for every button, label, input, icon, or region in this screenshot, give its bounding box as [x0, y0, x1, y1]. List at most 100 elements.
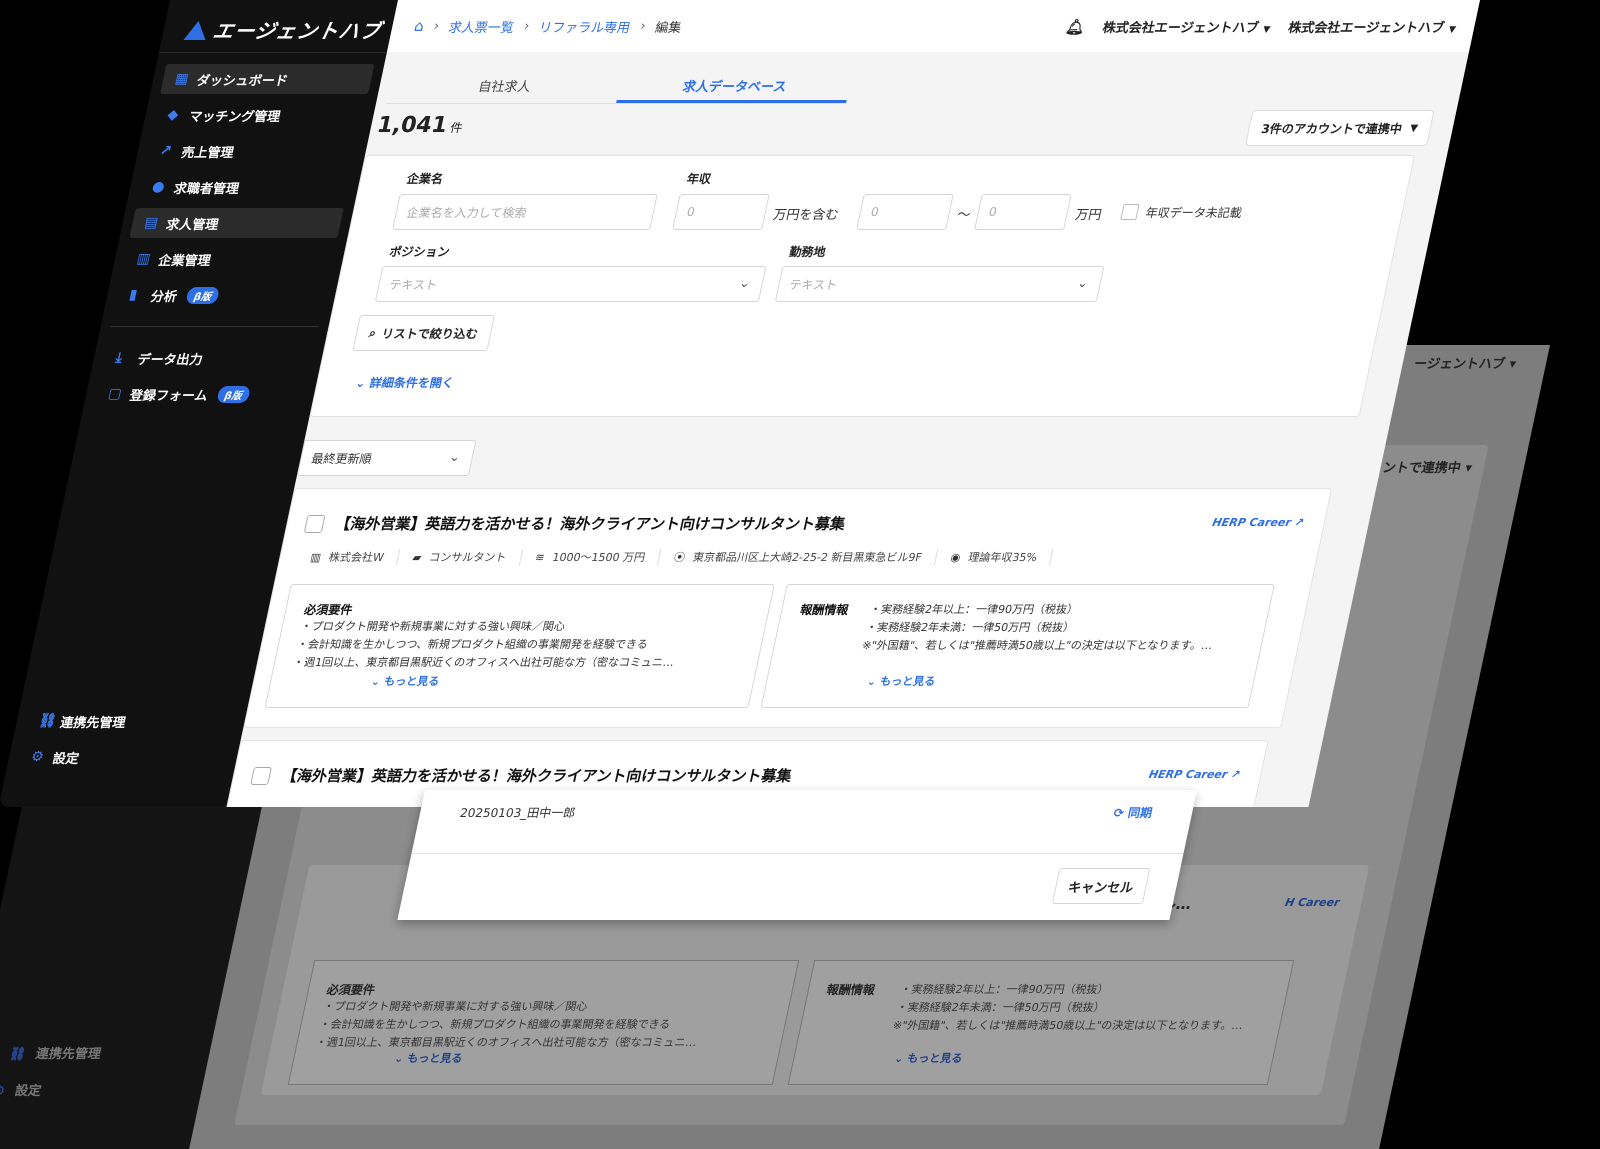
sidebar-item-label: 売上管理 [179, 145, 236, 161]
money-bag-icon: ◉ [949, 551, 962, 564]
sidebar-item-export[interactable]: ⤓ データ出力 [101, 343, 315, 373]
location-pin-icon: ⦿ [672, 551, 687, 564]
sidebar-item-settings[interactable]: ⚙ 設定 [16, 742, 230, 772]
background-req-label: 必須要件 [325, 983, 377, 997]
requirement-line: ・週1回以上、東京都目黒駅近くのオフィスへ出社可能な方（密なコミュニ… [291, 656, 676, 669]
job-company-text: 株式会社W [327, 551, 386, 564]
salary-from-value: 0 [869, 205, 881, 219]
breadcrumb-referral[interactable]: リファラル専用 [537, 17, 632, 36]
advanced-filter-toggle[interactable]: ⌄ 詳細条件を開く [354, 374, 456, 391]
chevron-down-icon: ⌄ [448, 450, 462, 464]
job-occupation-text: コンサルタント [427, 551, 508, 564]
result-count-value: 1,041 [374, 113, 450, 138]
background-more-link: ⌄ もっと見る [892, 1052, 964, 1065]
tab-own-jobs[interactable]: 自社求人 [386, 68, 623, 103]
job-occupation: ▰ コンサルタント [397, 549, 524, 565]
sidebar-item-label: マッチング管理 [187, 109, 282, 125]
job-fee-text: 理論年収35% [966, 551, 1039, 564]
sidebar-item-forms[interactable]: ▢ 登録フォーム β版 [93, 379, 307, 409]
job-select-checkbox[interactable] [250, 767, 272, 785]
requirements-lines: ・プロダクト開発や新規事業に対する強い興味／関心 ・会計知識を生かしつつ、新規プ… [291, 618, 683, 672]
sidebar-divider [158, 52, 387, 53]
job-title[interactable]: 【海外営業】英語力を活かせる！海外クライアント向けコンサルタント募集 [333, 513, 847, 534]
reward-line: ・実務経験2年以上：一律90万円（税抜） [868, 603, 1080, 616]
location-select[interactable]: テキスト ⌄ [774, 266, 1105, 302]
sidebar-item-analytics[interactable]: ▮ 分析 β版 [114, 280, 328, 310]
filter-panel: 企業名 企業名を入力して検索 年収 0 万円を含む 0 〜 0 万円 年収データ… [309, 155, 1416, 417]
background-settings-nav: ⚙ 設定 [0, 1080, 43, 1099]
company-label: 企業名 [405, 172, 445, 186]
sidebar-item-jobs[interactable]: ▤ 求人管理 [129, 208, 344, 238]
sidebar-item-sales[interactable]: ↗ 売上管理 [145, 136, 359, 166]
requirement-line: ・プロダクト開発や新規事業に対する強い興味／関心 [299, 620, 567, 633]
chevron-down-icon: ⌄ [865, 675, 878, 688]
salary-from-input[interactable]: 0 [856, 194, 954, 230]
checkbox[interactable] [1120, 204, 1140, 220]
reward-box: 報酬情報 ・実務経験2年以上：一律90万円（税抜） ・実務経験2年未満：一律50… [760, 584, 1275, 708]
sidebar-item-candidates[interactable]: ● 求職者管理 [137, 172, 351, 202]
home-icon[interactable]: ⌂ [413, 17, 426, 35]
app-logo[interactable]: エージェントハブ [183, 15, 385, 44]
sidebar-bottom-nav: ⛓ 連携先管理 ⚙ 設定 [15, 706, 238, 778]
background-more-link: ⌄ もっと見る [392, 1052, 464, 1065]
gear-icon: ⚙ [0, 1084, 7, 1099]
job-source-link[interactable]: HERP Career ↗ [1148, 768, 1242, 781]
job-title[interactable]: 【海外営業】英語力を活かせる！海外クライアント向けコンサルタント募集 [280, 765, 794, 786]
job-source-link[interactable]: HERP Career ↗ [1211, 516, 1305, 529]
sidebar-item-label: 分析 [149, 289, 179, 305]
filter-list-button[interactable]: ⌕ リストで絞り込む [352, 315, 495, 351]
reward-line: ・実務経験2年未満：一律50万円（税抜） [864, 621, 1076, 634]
job-card[interactable]: 【海外営業】英語力を活かせる！海外クライアント向けコンサルタント募集 HERP … [243, 488, 1333, 728]
background-link-nav: ⛓ 連携先管理 [8, 1043, 104, 1062]
chevron-down-icon: ⌄ [354, 376, 368, 390]
account-switcher-1[interactable]: 株式会社エージェントハブ ▼ [1101, 17, 1273, 36]
salary-unit: 万円 [1073, 208, 1103, 223]
sidebar-item-integrations[interactable]: ⛓ 連携先管理 [24, 706, 238, 736]
background-req-lines: ・プロダクト開発や新規事業に対する強い興味／関心 ・会計知識を生かしつつ、新規プ… [314, 998, 706, 1052]
modal-file-name: 20250103_田中一郎 [458, 806, 577, 820]
background-more-text: もっと見る [906, 1052, 964, 1065]
linked-accounts-button[interactable]: 3件のアカウントで連携中 ▼ [1244, 110, 1435, 146]
salary-to-input[interactable]: 0 [974, 194, 1072, 230]
cancel-button[interactable]: キャンセル [1051, 868, 1151, 904]
breadcrumb-job-list[interactable]: 求人票一覧 [447, 17, 516, 36]
logo-text: エージェントハブ [210, 19, 384, 43]
account-switcher-2[interactable]: 株式会社エージェントハブ ▼ [1287, 17, 1459, 36]
position-select[interactable]: テキスト ⌄ [374, 266, 767, 302]
building-icon: ▥ [309, 551, 323, 564]
sync-button[interactable]: ⟳ 同期 [1112, 804, 1154, 821]
reward-more-link[interactable]: ⌄ もっと見る [866, 673, 937, 689]
job-address: ⦿ 東京都品川区上大崎2-25-2 新目黒東急ビル9F [658, 549, 939, 565]
chevron-down-icon: ⌄ [738, 276, 752, 290]
job-meta: ▥ 株式会社W ▰ コンサルタント ≋ 1000〜1500 万円 ⦿ 東京都品川区上大崎… [294, 549, 1054, 565]
sidebar-item-label: 登録フォーム [128, 388, 210, 404]
job-select-checkbox[interactable] [303, 515, 326, 533]
job-source-label: HERP Career [1147, 768, 1229, 781]
reward-line: ※"外国籍"、若しくは"推薦時満50歳以上"の決定は以下となります。… [860, 639, 1214, 652]
linked-accounts-label: 3件のアカウントで連携中 [1260, 121, 1404, 136]
sidebar-item-companies[interactable]: ▥ 企業管理 [122, 244, 336, 274]
salary-min-input[interactable]: 0 [672, 194, 770, 230]
company-search-input[interactable]: 企業名を入力して検索 [392, 194, 658, 230]
sort-select[interactable]: 最終更新順 ⌄ [296, 440, 477, 476]
position-label: ポジション [387, 245, 451, 259]
job-source-label: HERP Career [1211, 516, 1293, 529]
coins-icon: ≋ [533, 551, 546, 564]
requirements-more-link[interactable]: ⌄ もっと見る [370, 673, 441, 689]
background-req-line: ・週1回以上、東京都目黒駅近くのオフィスへ出社可能な方（密なコミュニ… [314, 1036, 698, 1049]
sidebar-item-dashboard[interactable]: ▦ ダッシュボード [160, 64, 375, 94]
more-label: もっと見る [382, 675, 441, 688]
advanced-filter-label: 詳細条件を開く [368, 376, 456, 390]
result-count: 1,041件 [375, 113, 466, 138]
tab-job-database[interactable]: 求人データベース [616, 68, 854, 103]
background-reward-label: 報酬情報 [825, 983, 877, 997]
beta-badge: β版 [216, 385, 251, 403]
refresh-icon: ⟳ [1112, 806, 1126, 820]
account-name: 株式会社エージェントハブ [1101, 21, 1260, 36]
chevron-down-icon: ⌄ [1076, 276, 1090, 290]
background-req-line: ・プロダクト開発や新規事業に対する強い興味／関心 [322, 1000, 589, 1013]
salary-none-checkbox[interactable]: 年収データ未記載 [1120, 204, 1244, 221]
sidebar-item-matching[interactable]: ◆ マッチング管理 [152, 100, 366, 130]
bell-icon[interactable]: 🔔︎ [1064, 18, 1087, 36]
beta-badge: β版 [185, 286, 221, 304]
